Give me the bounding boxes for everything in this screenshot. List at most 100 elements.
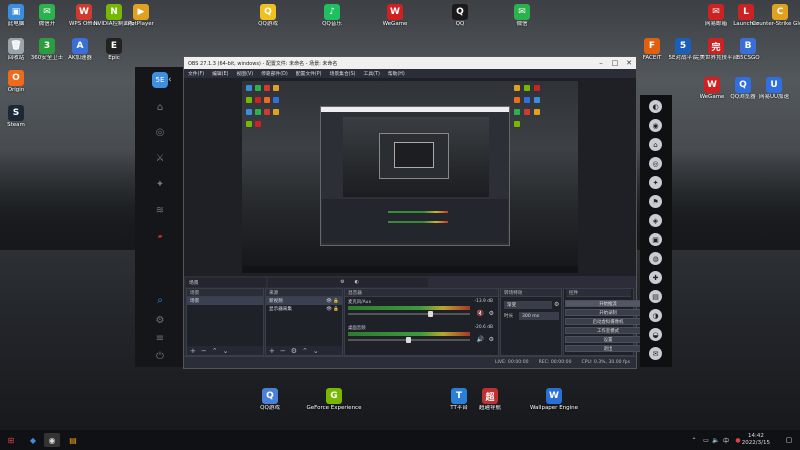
start-icon[interactable]: ⊞ xyxy=(4,433,18,447)
menu-item[interactable]: 配置文件(P) xyxy=(296,70,322,77)
toolbar-app-icon[interactable]: ◍ xyxy=(649,252,662,265)
remove-icon[interactable]: − xyxy=(280,347,286,355)
app-logo-icon[interactable]: 5E xyxy=(152,72,168,88)
tray-arrow-icon[interactable]: ⌃ xyxy=(690,433,698,447)
desktop-icon[interactable]: ▶ PotPlayer xyxy=(113,4,169,28)
power-icon[interactable]: ⏻ xyxy=(152,349,168,363)
control-button[interactable]: 启动虚拟摄像机 xyxy=(565,318,651,325)
toolbar-app-icon[interactable]: ◈ xyxy=(649,214,662,227)
desktop-icon[interactable]: Q QQ游戏 xyxy=(242,388,298,412)
scene-item[interactable]: 场景 xyxy=(187,297,263,305)
duration-input[interactable]: 300 ms xyxy=(519,312,559,320)
desktop-icon[interactable]: Q QQ xyxy=(432,4,488,28)
desktop-icon[interactable]: ✉ 微信 xyxy=(494,4,550,28)
desktop-icon[interactable]: O Origin xyxy=(0,70,44,94)
desktop-icon[interactable]: E Epic xyxy=(86,38,142,62)
clock[interactable]: 14:42 2022/3/15 xyxy=(742,433,770,447)
desktop-icon[interactable]: W Wallpaper Engine xyxy=(526,388,582,412)
toolbar-app-icon[interactable]: ✦ xyxy=(649,176,662,189)
control-button[interactable]: 工作室模式 xyxy=(565,327,651,334)
filter-icon[interactable]: ⚙ xyxy=(340,280,344,285)
taskbar-folder-icon[interactable]: ▤ xyxy=(66,433,80,447)
sword-icon[interactable]: ⚔ xyxy=(152,151,168,165)
control-button[interactable]: 开始录制 xyxy=(565,309,651,316)
wifi-icon[interactable]: ≋ xyxy=(152,203,168,217)
taskbar-5e-icon[interactable]: ◆ xyxy=(26,433,40,447)
tray-network-icon[interactable]: ▭ xyxy=(702,433,710,447)
tray-volume-icon[interactable]: 🔈 xyxy=(712,433,720,447)
down-icon[interactable]: ⌄ xyxy=(313,347,319,355)
mute-icon[interactable]: 🔇 xyxy=(477,310,484,317)
volume-slider[interactable] xyxy=(348,337,470,343)
close-button[interactable]: ✕ xyxy=(622,59,636,67)
desktop-icon[interactable]: S Steam xyxy=(0,105,44,129)
toolbar-app-icon[interactable]: ⚑ xyxy=(649,195,662,208)
maximize-button[interactable]: □ xyxy=(608,59,622,67)
menu-item[interactable]: 编辑(E) xyxy=(212,70,228,77)
obs-preview[interactable] xyxy=(184,78,636,276)
control-button[interactable]: 设置 xyxy=(565,336,651,343)
transition-select[interactable]: 渐变 xyxy=(504,301,552,309)
gear-icon[interactable]: ⚙ xyxy=(291,347,297,355)
search-icon[interactable]: ⌕ xyxy=(152,293,168,307)
toolbar-app-icon[interactable]: ▤ xyxy=(649,290,662,303)
remove-icon[interactable]: − xyxy=(201,347,207,355)
source-item[interactable]: 显示器采集 👁 🔒 xyxy=(266,305,342,313)
preview-icon xyxy=(255,121,261,127)
settings-icon[interactable]: ⚙ xyxy=(152,313,168,327)
duration-label: 时长 xyxy=(504,314,514,319)
toolbar-app-icon[interactable]: ▣ xyxy=(649,233,662,246)
gear-icon[interactable]: ⚙ xyxy=(489,336,494,343)
menu-item[interactable]: 场景集合(S) xyxy=(330,70,356,77)
add-icon[interactable]: + xyxy=(269,347,275,355)
gear-icon[interactable]: ⚙ xyxy=(554,301,559,308)
tray-app-icon[interactable]: ● xyxy=(734,433,742,447)
list-icon[interactable]: ≡ xyxy=(152,331,168,345)
toolbar-app-icon[interactable]: ◐ xyxy=(649,100,662,113)
globe-icon[interactable]: ◎ xyxy=(152,125,168,139)
transitions-header: 转场特效 xyxy=(501,289,561,297)
gear-icon[interactable]: ⚙ xyxy=(489,310,494,317)
add-icon[interactable]: + xyxy=(190,347,196,355)
properties-icon[interactable]: ◐ xyxy=(355,280,359,285)
menu-item[interactable]: 帮助(H) xyxy=(388,70,405,77)
taskbar-obs-icon[interactable]: ◉ xyxy=(44,433,60,447)
control-button[interactable]: 退出 xyxy=(565,345,651,352)
puzzle-icon[interactable]: ✦ xyxy=(152,177,168,191)
toolbar-app-icon[interactable]: ◒ xyxy=(649,328,662,341)
desktop-icon-label: PotPlayer xyxy=(128,21,154,27)
up-icon[interactable]: ⌃ xyxy=(212,347,218,355)
home-icon[interactable]: ⌂ xyxy=(152,100,168,114)
toolbar-app-icon[interactable]: ◉ xyxy=(649,119,662,132)
control-button[interactable]: 开始推流 xyxy=(565,300,651,307)
up-icon[interactable]: ⌃ xyxy=(302,347,308,355)
desktop-icon[interactable]: B B5CSGO xyxy=(720,38,776,62)
toolbar-app-icon[interactable]: ◑ xyxy=(649,309,662,322)
speaker-icon[interactable]: 🔊 xyxy=(477,336,484,343)
down-icon[interactable]: ⌄ xyxy=(223,347,229,355)
notification-icon[interactable]: ▢ xyxy=(784,433,794,447)
desktop-icon[interactable]: Q QQ游戏 xyxy=(240,4,296,28)
desktop-icon[interactable]: CCounter-Strike Global Off xyxy=(752,4,800,28)
toolbar-app-icon[interactable]: ◎ xyxy=(649,157,662,170)
tray-ime-icon[interactable]: 中 xyxy=(722,433,730,447)
menu-item[interactable]: 文件(F) xyxy=(188,70,204,77)
menu-item[interactable]: 视图(V) xyxy=(236,70,253,77)
menu-item[interactable]: 停靠部件(D) xyxy=(261,70,288,77)
desktop-icon[interactable]: 超超越导航 xyxy=(462,388,518,412)
menu-item[interactable]: 工具(T) xyxy=(364,70,380,77)
source-item[interactable]: 新视频 👁 🔒 xyxy=(266,297,342,305)
back-arrow-icon[interactable]: ‹ xyxy=(168,75,172,85)
desktop-icon[interactable]: W WeGame xyxy=(367,4,423,28)
desktop-icon[interactable]: G GeForce Experience xyxy=(306,388,362,412)
volume-slider[interactable] xyxy=(348,311,470,317)
desktop-icon[interactable]: U 网易UU加速 xyxy=(746,77,800,101)
desktop-icon[interactable]: ♪ QQ音乐 xyxy=(304,4,360,28)
toolbar-app-icon[interactable]: ✉ xyxy=(649,347,662,360)
preview-icon xyxy=(514,121,520,127)
brand-icon[interactable]: ▰ xyxy=(152,229,168,243)
app-icon: E xyxy=(106,38,122,54)
toolbar-app-icon[interactable]: ⌂ xyxy=(649,138,662,151)
minimize-button[interactable]: – xyxy=(594,59,608,67)
toolbar-app-icon[interactable]: ✚ xyxy=(649,271,662,284)
